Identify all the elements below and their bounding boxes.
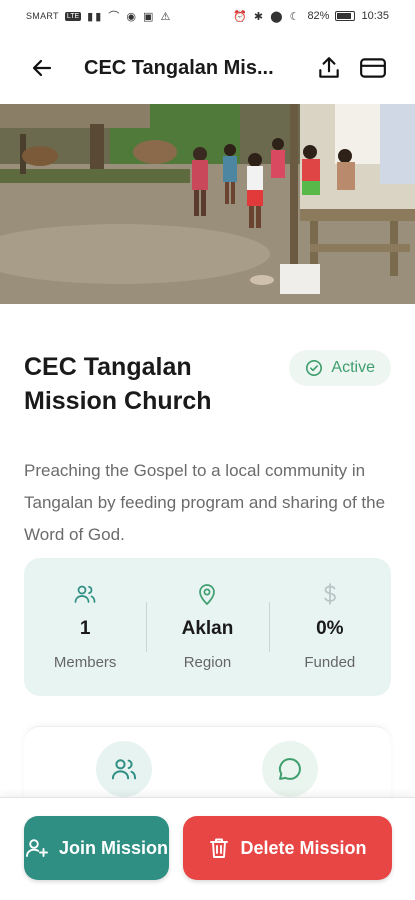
stat-funded-value: 0% <box>316 618 344 639</box>
join-mission-label: Join Mission <box>58 837 168 858</box>
join-mission-button[interactable]: Join Mission <box>24 816 169 880</box>
signal-icons: ▮▮ ⌒ ◉ ▣ ⚠ <box>87 11 173 23</box>
system-icons: ⏰ ✱ ⬤ ☾ <box>233 10 302 23</box>
trash-icon <box>210 838 229 858</box>
user-plus-icon <box>26 839 48 857</box>
clock: 10:35 <box>361 10 389 22</box>
stat-region: Aklan Region <box>146 558 268 696</box>
status-bar-left: SMART LTE ▮▮ ⌒ ◉ ▣ ⚠ <box>26 8 172 24</box>
share-icon <box>319 57 339 78</box>
page-title: CEC Tangalan Mis... <box>84 56 274 79</box>
mission-name: CEC Tangalan Mission Church <box>24 353 212 415</box>
app-bar: CEC Tangalan Mis... <box>0 32 415 104</box>
mission-stats: 1 Members Aklan Region 0% Funded <box>24 558 391 696</box>
stat-members-label: Members <box>53 654 117 671</box>
status-badge: Active <box>289 350 391 386</box>
mission-description: Preaching the Gospel to a local communit… <box>24 461 386 544</box>
share-button[interactable] <box>307 46 351 90</box>
back-button[interactable] <box>20 46 64 90</box>
check-circle-icon <box>306 359 323 377</box>
mission-cover-photo <box>0 104 415 304</box>
status-bar: SMART LTE ▮▮ ⌒ ◉ ▣ ⚠ ⏰ ✱ ⬤ ☾ 82% 10:35 <box>0 0 415 32</box>
members-icon <box>111 759 137 780</box>
stat-funded: 0% Funded <box>268 558 391 696</box>
cover-photo-illustration <box>0 104 415 304</box>
stat-region-label: Region <box>183 654 232 671</box>
mission-heading: CEC Tangalan Mission Church Active <box>24 350 391 418</box>
dollar-icon <box>324 583 336 605</box>
stat-members: 1 Members <box>24 558 146 696</box>
carrier-label: SMART <box>26 11 59 21</box>
stat-members-value: 1 <box>79 618 91 639</box>
status-label: Active <box>331 359 375 376</box>
battery-percent: 82% <box>307 10 330 22</box>
status-bar-right: ⏰ ✱ ⬤ ☾ 82% 10:35 <box>233 10 389 23</box>
chat-button[interactable] <box>262 741 318 797</box>
stat-region-value: Aklan <box>181 618 234 639</box>
back-arrow-icon <box>32 59 52 77</box>
chat-icon <box>278 758 301 780</box>
delete-mission-button[interactable]: Delete Mission <box>183 816 392 880</box>
card-button[interactable] <box>351 46 395 90</box>
bottom-action-bar: Join Mission Delete Mission <box>0 797 415 900</box>
members-button[interactable] <box>96 741 152 797</box>
map-pin-icon <box>199 584 216 606</box>
stat-funded-label: Funded <box>304 654 356 671</box>
users-icon <box>74 585 96 603</box>
battery-icon <box>335 11 356 21</box>
delete-mission-label: Delete Mission <box>240 837 367 858</box>
network-type-badge: LTE <box>64 11 82 21</box>
card-icon <box>360 58 386 78</box>
